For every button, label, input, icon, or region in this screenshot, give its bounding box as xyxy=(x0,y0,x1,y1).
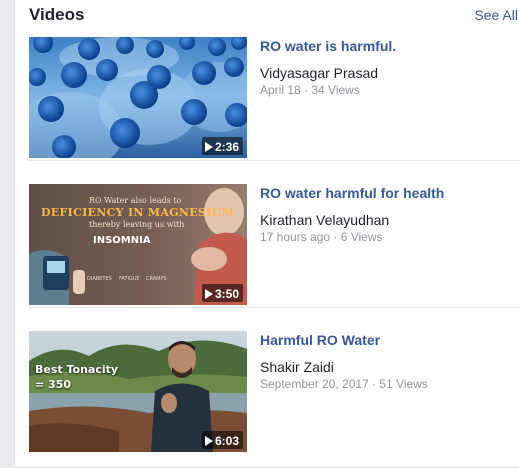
play-icon xyxy=(204,288,213,299)
section-header: Videos See All xyxy=(29,4,519,26)
video-author[interactable]: Shakir Zaidi xyxy=(260,358,518,376)
video-info: RO water harmful for health Kirathan Vel… xyxy=(260,184,518,245)
thumb-caption: = 350 xyxy=(35,378,72,391)
thumb-caption: INSOMNIA xyxy=(93,235,151,246)
video-meta: 17 hours ago · 6 Views xyxy=(260,230,383,244)
see-all-link[interactable]: See All xyxy=(474,7,518,23)
duration-badge: 6:03 xyxy=(201,431,243,449)
play-icon xyxy=(204,435,213,446)
thumb-caption: thereby leaving us with xyxy=(89,220,185,229)
section-title: Videos xyxy=(29,5,85,24)
thumb-caption: CRAMPS xyxy=(146,276,167,282)
video-meta: September 20, 2017 · 51 Views xyxy=(260,377,428,391)
thumb-caption: DEFICIENCY IN MAGNESIUM xyxy=(41,206,234,219)
duration-text: 6:03 xyxy=(214,433,239,448)
duration-text: 3:50 xyxy=(214,286,239,301)
video-author[interactable]: Kirathan Velayudhan xyxy=(260,211,518,229)
video-title[interactable]: RO water harmful for health xyxy=(260,184,518,202)
video-info: Harmful RO Water Shakir Zaidi September … xyxy=(260,331,518,392)
thumb-caption: FATIGUE xyxy=(119,276,140,282)
video-item: 2:36 RO water is harmful. Vidyasagar Pra… xyxy=(29,37,519,161)
duration-badge: 2:36 xyxy=(201,137,243,155)
video-thumbnail[interactable]: 2:36 xyxy=(29,37,247,158)
play-icon xyxy=(204,141,213,152)
video-title[interactable]: RO water is harmful. xyxy=(260,37,518,55)
video-thumbnail[interactable]: Best Tonacity = 350 6:03 xyxy=(29,331,247,452)
duration-text: 2:36 xyxy=(214,139,239,154)
video-author[interactable]: Vidyasagar Prasad xyxy=(260,64,518,82)
video-title[interactable]: Harmful RO Water xyxy=(260,331,518,349)
thumb-caption: DIABETES xyxy=(87,276,112,282)
videos-card: Videos See All 2:36 RO water is harmful.… xyxy=(14,0,519,468)
video-item: RO Water also leads to DEFICIENCY IN MAG… xyxy=(29,184,519,308)
thumb-caption: RO Water also leads to xyxy=(89,196,182,205)
video-meta: April 18 · 34 Views xyxy=(260,83,360,97)
video-item: Best Tonacity = 350 6:03 Harmful RO Wate… xyxy=(29,331,519,455)
video-thumbnail[interactable]: RO Water also leads to DEFICIENCY IN MAG… xyxy=(29,184,247,305)
video-info: RO water is harmful. Vidyasagar Prasad A… xyxy=(260,37,518,98)
duration-badge: 3:50 xyxy=(201,284,243,302)
thumb-caption: Best Tonacity xyxy=(35,363,119,376)
